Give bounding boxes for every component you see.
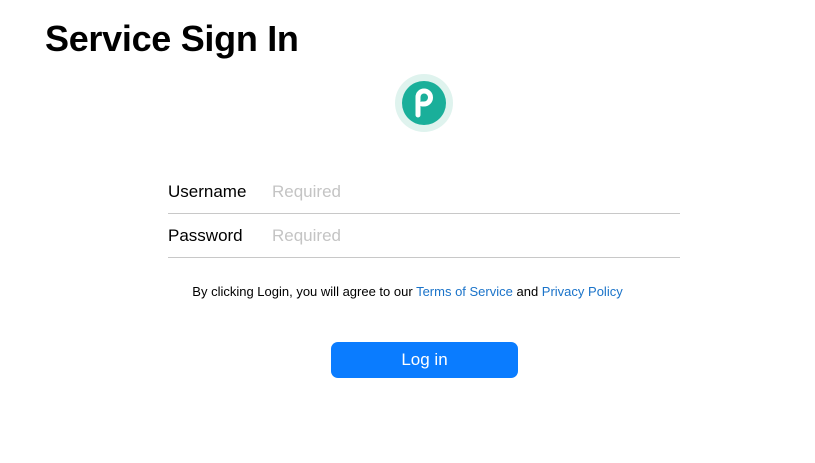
username-label: Username [168, 181, 247, 201]
login-button[interactable]: Log in [331, 342, 518, 378]
username-input[interactable] [272, 181, 680, 202]
sign-in-form: Username Password [168, 170, 680, 258]
terms-notice: By clicking Login, you will agree to our… [0, 284, 815, 299]
page-title: Service Sign In [45, 18, 299, 59]
terms-of-service-link[interactable]: Terms of Service [416, 284, 513, 299]
terms-middle: and [512, 284, 542, 299]
app-logo [395, 74, 453, 132]
password-label: Password [168, 225, 243, 245]
password-input[interactable] [272, 225, 680, 246]
terms-prefix: By clicking Login, you will agree to our [192, 284, 417, 299]
p-letter-icon [415, 88, 433, 118]
username-row: Username [168, 170, 680, 214]
password-row: Password [168, 214, 680, 258]
p-logo-icon [402, 81, 446, 125]
privacy-policy-link[interactable]: Privacy Policy [542, 284, 623, 299]
